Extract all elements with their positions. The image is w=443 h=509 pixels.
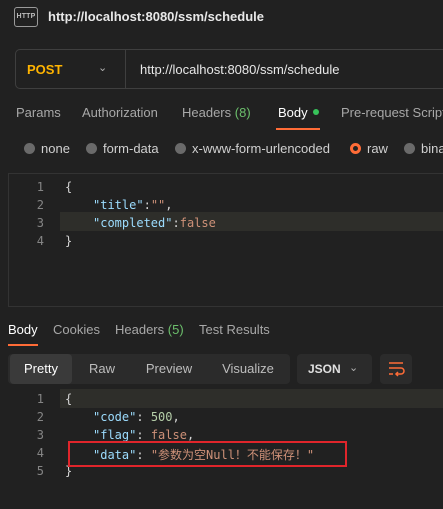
active-tab-indicator (8, 344, 38, 346)
radio-icon (404, 143, 415, 154)
code-line: "title":"", (93, 198, 173, 212)
radio-x-www-form-urlencoded[interactable]: x-www-form-urlencoded (175, 141, 330, 156)
radio-selected-icon (350, 143, 361, 154)
code-line: "completed":false (93, 216, 216, 230)
line-number: 3 (36, 216, 44, 230)
tab-authorization[interactable]: Authorization (82, 105, 158, 120)
view-pretty[interactable]: Pretty (10, 354, 72, 384)
chevron-down-icon[interactable]: ⌄ (98, 61, 107, 74)
line-number: 4 (36, 234, 44, 248)
wrap-lines-button[interactable] (380, 354, 412, 384)
radio-form-data[interactable]: form-data (86, 141, 159, 156)
radio-binary[interactable]: binary (404, 141, 443, 156)
code-line: "code": 500, (93, 410, 180, 424)
method-select[interactable]: POST (27, 62, 62, 77)
code-line: "flag": false, (93, 428, 195, 442)
headers-count: (5) (167, 322, 184, 337)
body-indicator-dot (312, 109, 319, 115)
view-preview[interactable]: Preview (132, 354, 206, 384)
line-number: 1 (36, 392, 44, 406)
active-tab-indicator (276, 128, 320, 130)
tab-headers[interactable]: Headers (8) (182, 105, 251, 120)
code-line: } (65, 234, 73, 248)
line-number: 2 (36, 198, 44, 212)
line-number: 5 (36, 464, 44, 478)
code-line: { (65, 180, 73, 194)
divider (125, 50, 126, 88)
radio-none[interactable]: none (24, 141, 70, 156)
tab-pre-request-script[interactable]: Pre-request Script (341, 105, 443, 120)
wrap-lines-icon (389, 362, 405, 377)
radio-icon (24, 143, 35, 154)
line-number: 4 (36, 446, 44, 460)
response-tab-test-results[interactable]: Test Results (199, 322, 270, 337)
request-body-editor[interactable] (8, 173, 443, 307)
view-visualize[interactable]: Visualize (206, 354, 290, 384)
line-number: 1 (36, 180, 44, 194)
annotation-highlight-box (68, 441, 347, 467)
tab-body[interactable]: Body (278, 105, 319, 120)
view-raw[interactable]: Raw (72, 354, 132, 384)
radio-icon (86, 143, 97, 154)
request-title: http://localhost:8080/ssm/schedule (48, 9, 265, 24)
response-tab-headers[interactable]: Headers (5) (115, 322, 184, 337)
tab-params[interactable]: Params (16, 105, 61, 120)
response-tab-cookies[interactable]: Cookies (53, 322, 100, 337)
format-label: JSON (308, 362, 341, 376)
current-line-highlight (60, 389, 443, 408)
line-number: 3 (36, 428, 44, 442)
url-input[interactable]: http://localhost:8080/ssm/schedule (140, 62, 339, 77)
radio-icon (175, 143, 186, 154)
line-number: 2 (36, 410, 44, 424)
headers-count: (8) (234, 105, 251, 120)
response-tab-body[interactable]: Body (8, 322, 38, 337)
radio-raw[interactable]: raw (350, 141, 388, 156)
code-line: { (65, 392, 73, 406)
chevron-down-icon: ⌄ (349, 362, 359, 374)
http-request-icon: HTTP (14, 7, 38, 27)
